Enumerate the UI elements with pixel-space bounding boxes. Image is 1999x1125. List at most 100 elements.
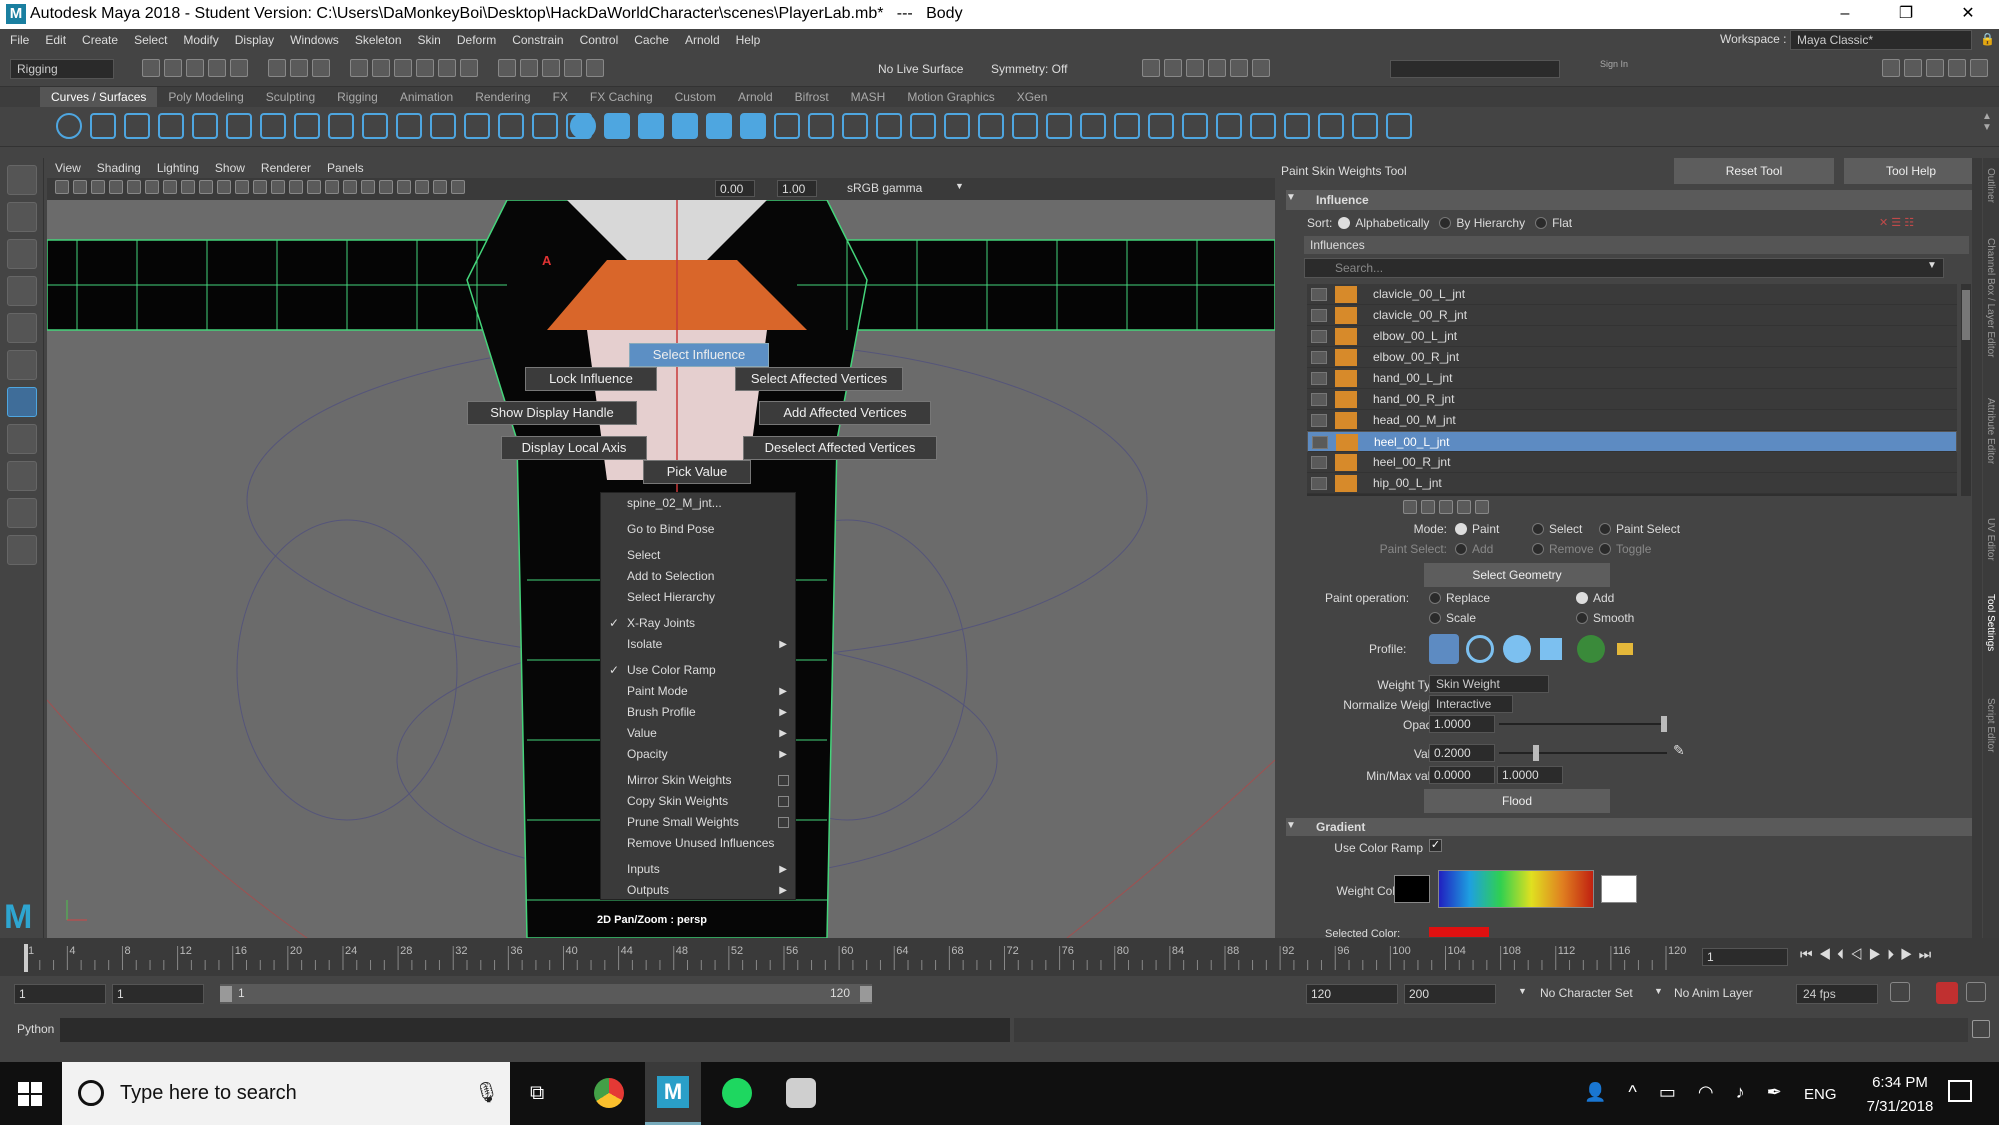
clock-time[interactable]: 6:34 PM (1860, 1074, 1940, 1091)
attribute-editor-icon[interactable] (1904, 59, 1922, 77)
attach-surface-icon[interactable] (1284, 113, 1310, 139)
depth-of-field-icon[interactable] (433, 180, 447, 194)
influence-color-swatch[interactable] (1335, 412, 1357, 429)
script-editor-icon[interactable] (1972, 1020, 1990, 1038)
field-chart-icon[interactable] (181, 180, 195, 194)
menuset-select[interactable]: Rigging (10, 59, 114, 79)
viewport-menu-renderer[interactable]: Renderer (253, 158, 319, 178)
inputs-icon[interactable] (520, 59, 538, 77)
side-tab-attribute-editor[interactable]: Attribute Editor (1985, 398, 1996, 464)
menu-windows[interactable]: Windows (282, 29, 347, 51)
chevron-down-icon[interactable]: ▼ (1654, 986, 1663, 996)
detach-curve-icon[interactable] (362, 113, 388, 139)
paint-skin-weights-tool-icon[interactable] (7, 387, 37, 417)
reverse-curve-icon[interactable] (498, 113, 524, 139)
visibility-icon[interactable] (1312, 436, 1328, 449)
shelf-tab-rendering[interactable]: Rendering (464, 87, 541, 107)
snap-view-icon[interactable] (416, 59, 434, 77)
task-view-icon[interactable]: ⧉ (530, 1082, 544, 1105)
resolution-gate-icon[interactable] (145, 180, 159, 194)
select-hierarchy-icon[interactable] (268, 59, 286, 77)
nurbs-plane-icon[interactable] (706, 113, 732, 139)
influence-row[interactable]: elbow_00_L_jnt (1307, 326, 1957, 347)
max-value-field[interactable]: 1.0000 (1497, 766, 1563, 784)
grid-icon[interactable] (109, 180, 123, 194)
save-scene-icon[interactable] (186, 59, 204, 77)
anti-aliasing-icon[interactable] (415, 180, 429, 194)
shelf-tab-custom[interactable]: Custom (664, 87, 727, 107)
nurbs-sphere-icon[interactable] (570, 113, 596, 139)
paint-brush-icon[interactable] (1386, 113, 1412, 139)
fps-select[interactable]: 24 fps (1796, 984, 1878, 1004)
ps-add-radio[interactable] (1455, 543, 1467, 555)
clock-date[interactable]: 7/31/2018 (1855, 1098, 1945, 1115)
xray-joints-icon[interactable] (343, 180, 357, 194)
profile-gaussian-icon[interactable] (1429, 634, 1459, 664)
pen-icon[interactable]: ✒ (1767, 1082, 1804, 1102)
profile-soft-icon[interactable] (1466, 635, 1494, 663)
arc-icon[interactable] (226, 113, 252, 139)
scene-start-field[interactable]: 1 (14, 984, 106, 1004)
shelf-tab-fx[interactable]: FX (542, 87, 579, 107)
chevron-down-icon[interactable]: ▼ (1518, 986, 1527, 996)
untrim-icon[interactable] (1080, 113, 1106, 139)
context-item-prune-small-weights[interactable]: Prune Small Weights (601, 812, 795, 833)
influence-row[interactable]: hip_00_L_jnt (1307, 473, 1957, 494)
context-item-select[interactable]: Select (601, 545, 795, 566)
influence-color-swatch[interactable] (1335, 370, 1357, 387)
microphone-icon[interactable]: 🎙 (474, 1080, 499, 1105)
move-weights-icon[interactable] (1457, 500, 1471, 514)
paint-select-tool-icon[interactable] (7, 239, 37, 269)
smooth-shade-icon[interactable] (235, 180, 249, 194)
auto-key-icon[interactable] (1936, 982, 1958, 1004)
isolate-select-icon[interactable] (361, 180, 375, 194)
visibility-icon[interactable] (1311, 330, 1327, 343)
max-color-swatch[interactable] (1601, 875, 1637, 903)
range-bar[interactable]: 1 120 (220, 984, 872, 1004)
playback-end-field[interactable]: 120 (1306, 984, 1398, 1004)
image-plane-icon[interactable] (91, 180, 105, 194)
wireframe-icon[interactable] (217, 180, 231, 194)
square-surface-icon[interactable] (1012, 113, 1038, 139)
context-item-spine-02-m-jnt[interactable]: spine_02_M_jnt... (601, 493, 795, 514)
visibility-icon[interactable] (1311, 351, 1327, 364)
exposure-field[interactable]: 0.00 (715, 180, 755, 197)
menu-help[interactable]: Help (728, 29, 769, 51)
hypershade-icon[interactable] (1208, 59, 1226, 77)
move-tool-icon[interactable] (7, 276, 37, 306)
influence-color-swatch[interactable] (1335, 454, 1357, 471)
shelf-tab-motion-graphics[interactable]: Motion Graphics (896, 87, 1005, 107)
show-display-handle-button[interactable]: Show Display Handle (467, 401, 637, 425)
shelf-tab-arnold[interactable]: Arnold (727, 87, 784, 107)
align-surface-icon[interactable] (1250, 113, 1276, 139)
influence-row[interactable]: clavicle_00_L_jnt (1307, 284, 1957, 305)
play-forward-icon[interactable]: ▶ (1869, 946, 1888, 962)
context-item-value[interactable]: Value ▶ (601, 723, 795, 744)
animation-prefs-icon[interactable] (1966, 982, 1986, 1002)
snap-live-icon[interactable] (460, 59, 478, 77)
extrude-icon[interactable] (876, 113, 902, 139)
symmetry-label[interactable]: Symmetry: Off (991, 62, 1067, 76)
visibility-icon[interactable] (1311, 477, 1327, 490)
go-to-start-icon[interactable]: ⏮ (1800, 946, 1819, 962)
deselect-affected-vertices-button[interactable]: Deselect Affected Vertices (743, 436, 937, 460)
nurbs-cube-icon[interactable] (604, 113, 630, 139)
influence-color-swatch[interactable] (1335, 286, 1357, 303)
select-object-icon[interactable] (290, 59, 308, 77)
opacity-slider[interactable] (1499, 716, 1667, 732)
influence-row[interactable]: clavicle_00_R_jnt (1307, 305, 1957, 326)
surface-edit-icon[interactable] (1216, 113, 1242, 139)
panel-scrollbar[interactable] (1972, 158, 1982, 938)
shelf-scroll-icon[interactable]: ▲ ▼ (1982, 111, 1992, 133)
display-local-axis-button[interactable]: Display Local Axis (501, 436, 647, 460)
show-hidden-icon[interactable]: ^ (1628, 1082, 1658, 1102)
viewport-menu-view[interactable]: View (47, 158, 89, 178)
channel-box-icon[interactable] (1948, 59, 1966, 77)
influence-filter-icons[interactable]: ✕ ☰ ☷ (1879, 216, 1914, 229)
side-tab-outliner[interactable]: Outliner (1985, 168, 1996, 203)
fillet-curve-icon[interactable] (430, 113, 456, 139)
context-item-go-to-bind-pose[interactable]: Go to Bind Pose (601, 519, 795, 540)
context-item-add-to-selection[interactable]: Add to Selection (601, 566, 795, 587)
spotify-icon[interactable] (722, 1078, 752, 1108)
curve-edit-icon[interactable] (294, 113, 320, 139)
